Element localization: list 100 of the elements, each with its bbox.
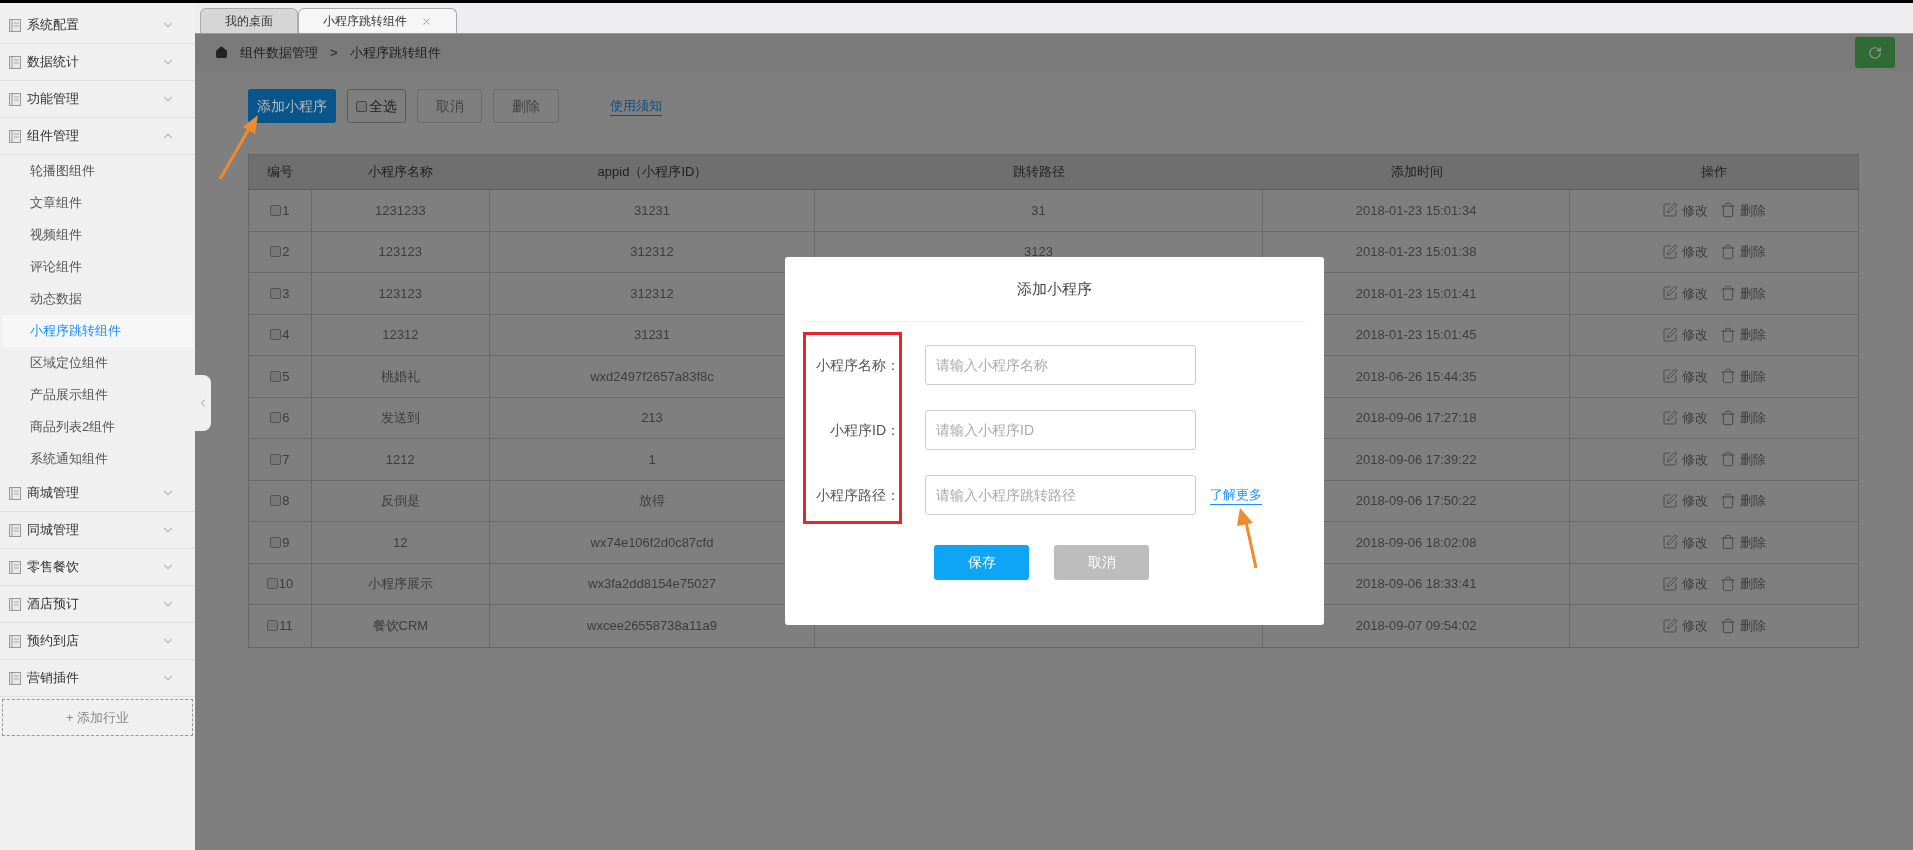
document-icon [9,671,21,685]
sidebar-item[interactable]: 小程序跳转组件 [2,315,193,347]
edit-link[interactable]: 修改 [1662,532,1709,552]
save-button[interactable]: 保存 [934,545,1029,580]
sidebar-group[interactable]: 同城管理 [0,512,195,549]
table-cell-text: 反倒是 [380,492,420,510]
table-cell-text: 2018-01-23 15:01:41 [1355,284,1477,303]
sidebar-group[interactable]: 系统配置 [0,7,195,44]
row-number: 7 [282,450,290,469]
delete-link[interactable]: 删除 [1720,408,1767,428]
help-link[interactable]: 使用须知 [610,95,662,117]
sidebar-item[interactable]: 文章组件 [2,187,193,219]
edit-link[interactable]: 修改 [1662,200,1709,220]
row-checkbox[interactable] [270,453,282,465]
row-checkbox[interactable] [270,204,282,216]
row-checkbox[interactable] [270,246,282,258]
edit-link[interactable]: 修改 [1662,325,1709,345]
row-number: 8 [282,492,290,510]
tab[interactable]: 我的桌面 [200,8,298,33]
column-header: 跳转路径 [1012,163,1066,182]
sidebar-group[interactable]: 营销插件 [0,660,195,697]
sidebar-item[interactable]: 系统通知组件 [2,443,193,475]
document-icon [9,55,21,69]
sidebar-group[interactable]: 数据统计 [0,44,195,81]
row-checkbox[interactable] [267,620,279,632]
edit-link[interactable]: 修改 [1662,491,1709,511]
group-label: 同城管理 [27,521,80,540]
delete-link[interactable]: 删除 [1720,574,1767,594]
row-checkbox[interactable] [270,287,282,299]
refresh-icon [1868,45,1882,60]
sidebar-item[interactable]: 动态数据 [2,283,193,315]
sidebar-item[interactable]: 轮播图组件 [2,155,193,187]
table-cell-text: 1 [648,450,656,469]
delete-link[interactable]: 删除 [1720,532,1767,552]
sidebar-item[interactable]: 评论组件 [2,251,193,283]
cancel-button[interactable]: 取消 [1054,545,1149,580]
delete-link[interactable]: 删除 [1720,491,1767,511]
table-cell-text: 桃婚礼 [380,367,420,386]
sidebar-item[interactable]: 商品列表2组件 [2,411,193,443]
input-field[interactable]: 请输入小程序跳转路径 [925,475,1196,515]
delete-link[interactable]: 删除 [1720,242,1767,262]
document-icon [9,560,21,574]
sidebar-group[interactable]: 商城管理 [0,475,195,512]
breadcrumb-item[interactable]: 组件数据管理 [240,42,318,63]
sidebar-group[interactable]: 功能管理 [0,81,195,118]
trash-icon [1720,409,1737,426]
edit-link[interactable]: 修改 [1662,574,1709,594]
delete-link[interactable]: 删除 [1720,366,1767,386]
edit-link[interactable]: 修改 [1662,616,1709,636]
row-checkbox[interactable] [266,578,278,590]
add-industry-button[interactable]: + 添加行业 [2,699,193,736]
sidebar-group[interactable]: 组件管理 [0,118,195,155]
row-checkbox[interactable] [270,495,282,507]
delete-button[interactable]: 删除 [493,89,559,123]
collapse-handle[interactable] [195,375,211,431]
row-checkbox[interactable] [270,370,282,382]
row-number: 10 [278,575,294,593]
sidebar-group[interactable]: 零售餐饮 [0,549,195,586]
sidebar-item[interactable]: 区域定位组件 [2,347,193,379]
document-icon [9,18,21,32]
table-cell-text: wxcee26558738a11a9 [587,617,717,635]
edit-link[interactable]: 修改 [1662,242,1709,262]
delete-link[interactable]: 删除 [1720,449,1767,469]
edit-icon [1662,575,1679,592]
sidebar-group[interactable]: 预约到店 [0,623,195,660]
input-field[interactable]: 请输入小程序名称 [925,345,1196,385]
row-checkbox[interactable] [270,536,282,548]
document-icon [9,523,21,537]
refresh-button[interactable] [1855,37,1895,68]
add-button[interactable]: 添加小程序 [248,89,336,123]
group-label: 预约到店 [27,632,80,651]
edit-link[interactable]: 修改 [1662,408,1709,428]
table-cell-text: 餐饮CRM [372,617,429,635]
delete-link[interactable]: 删除 [1720,616,1767,636]
close-icon[interactable] [421,15,432,27]
delete-link[interactable]: 删除 [1720,200,1767,220]
sidebar-item[interactable]: 视频组件 [2,219,193,251]
select-all-button[interactable]: 全选 [347,89,406,123]
table-cell-text: 123123 [378,284,422,303]
table-cell-text: 312312 [630,284,674,303]
edit-icon [1662,534,1679,551]
delete-link[interactable]: 删除 [1720,283,1767,303]
cancel-button[interactable]: 取消 [417,89,482,123]
row-checkbox[interactable] [270,412,282,424]
table-cell-text: wx3fa2dd8154e75027 [588,575,716,593]
breadcrumb-item[interactable]: 小程序跳转组件 [349,42,441,63]
input-field[interactable]: 请输入小程序ID [925,410,1196,450]
learn-more-link[interactable]: 了解更多 [1210,484,1262,506]
delete-link[interactable]: 删除 [1720,325,1767,345]
checkbox[interactable] [356,100,367,112]
tab[interactable]: 小程序跳转组件 [298,8,457,33]
table-cell-text: 3123 [1024,243,1053,261]
group-label: 组件管理 [27,127,80,146]
sidebar-item[interactable]: 产品展示组件 [2,379,193,411]
sidebar-group[interactable]: 酒店预订 [0,586,195,623]
row-checkbox[interactable] [270,329,282,341]
edit-link[interactable]: 修改 [1662,283,1709,303]
edit-link[interactable]: 修改 [1662,366,1709,386]
edit-icon [1662,285,1679,302]
edit-link[interactable]: 修改 [1662,449,1709,469]
